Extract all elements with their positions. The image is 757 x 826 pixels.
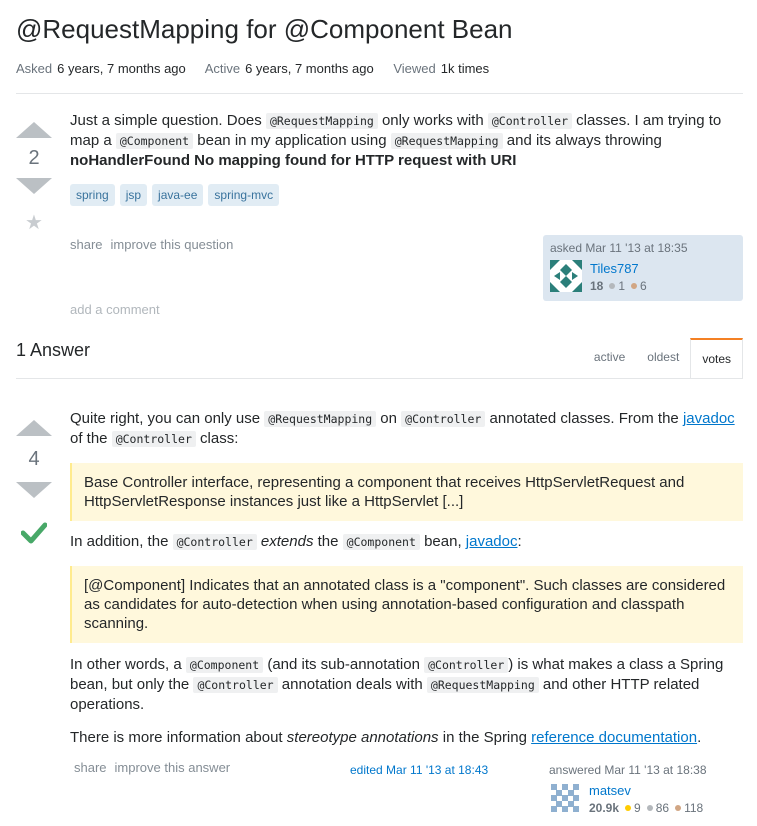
viewed-label: Viewed <box>393 61 436 76</box>
active-label: Active <box>204 61 241 76</box>
tag-java-ee[interactable]: java-ee <box>152 184 204 206</box>
answerer-username[interactable]: matsev <box>589 783 631 798</box>
tag-spring[interactable]: spring <box>70 184 115 206</box>
improve-question-link[interactable]: improve this question <box>111 237 234 252</box>
question-vote-panel: 2 ★ <box>16 122 52 235</box>
question-title[interactable]: @RequestMapping for @Component Bean <box>16 14 513 45</box>
silver-badge-icon <box>646 805 653 812</box>
blockquote-controller: Base Controller interface, representing … <box>70 463 743 521</box>
asker-avatar[interactable] <box>550 260 582 292</box>
asker-rep-score: 18 <box>590 279 604 293</box>
upvote-arrow-icon[interactable] <box>16 122 52 138</box>
answer-paragraph-3: In other words, a @Component (and its su… <box>70 656 724 713</box>
question-body: Just a simple question. Does @RequestMap… <box>70 111 743 170</box>
improve-answer-link[interactable]: improve this answer <box>115 760 231 775</box>
share-link[interactable]: share <box>74 760 107 775</box>
active-value[interactable]: 6 years, 7 months ago <box>245 61 374 76</box>
answer-vote-panel: 4 <box>16 420 52 544</box>
tab-votes[interactable]: votes <box>690 338 743 379</box>
share-link[interactable]: share <box>70 237 103 252</box>
answers-count-header: 1 Answer <box>16 340 91 360</box>
tag-jsp[interactable]: jsp <box>119 184 148 206</box>
answer-paragraph-1: Quite right, you can only use @RequestMa… <box>70 410 735 447</box>
question-text: Just a simple question. Does @RequestMap… <box>70 112 722 169</box>
viewed-value: 1k times <box>440 61 490 76</box>
silver-badge-icon <box>609 283 616 290</box>
answer-actions: share improve this answer <box>74 760 238 775</box>
tag-spring-mvc[interactable]: spring-mvc <box>208 184 280 206</box>
answer-paragraph-4: There is more information about stereoty… <box>70 729 702 746</box>
favorite-star-icon[interactable]: ★ <box>16 210 52 235</box>
answerer-card: answered Mar 11 '13 at 18:38 matsev 20.9… <box>549 762 743 822</box>
asker-reputation: 18 1 6 <box>590 279 647 293</box>
answerer-avatar[interactable] <box>549 782 581 814</box>
question-meta: Asked 6 years, 7 months ago Active 6 years… <box>16 61 505 76</box>
answered-timestamp: answered Mar 11 '13 at 18:38 <box>549 763 707 777</box>
add-comment-link[interactable]: add a comment <box>70 302 160 317</box>
answerer-rep-score: 20.9k <box>589 801 620 815</box>
asked-label: Asked <box>16 61 53 76</box>
javadoc-link[interactable]: javadoc <box>683 410 735 427</box>
javadoc-link[interactable]: javadoc <box>466 533 518 550</box>
edited-timestamp-link[interactable]: edited Mar 11 '13 at 18:43 <box>350 763 488 777</box>
blockquote-component: [@Component] Indicates that an annotated… <box>70 566 743 643</box>
bronze-badge-icon <box>675 805 682 812</box>
downvote-arrow-icon[interactable] <box>16 482 52 498</box>
downvote-arrow-icon[interactable] <box>16 178 52 194</box>
asker-card: asked Mar 11 '13 at 18:35 Tiles787 18 1 6 <box>543 235 743 301</box>
tab-active[interactable]: active <box>583 338 636 379</box>
reference-documentation-link[interactable]: reference documentation <box>531 729 697 746</box>
tab-oldest[interactable]: oldest <box>636 338 690 379</box>
answer-sort-tabs: active oldest votes <box>583 338 743 379</box>
accepted-check-icon <box>21 522 47 544</box>
asked-value: 6 years, 7 months ago <box>57 61 186 76</box>
question-tags: spring jsp java-ee spring-mvc <box>70 184 284 206</box>
gold-badge-icon <box>625 805 632 812</box>
header-divider <box>16 93 743 94</box>
answerer-reputation: 20.9k 9 86 118 <box>589 801 704 815</box>
question-vote-count: 2 <box>28 147 40 169</box>
asked-timestamp: asked Mar 11 '13 at 18:35 <box>550 241 688 255</box>
answers-divider <box>16 378 743 379</box>
answer-paragraph-2: In addition, the @Controller extends the… <box>70 533 522 550</box>
asker-username[interactable]: Tiles787 <box>590 261 639 276</box>
answer-vote-count: 4 <box>28 448 40 470</box>
question-actions: share improve this question <box>70 237 241 252</box>
bronze-badge-icon <box>631 283 638 290</box>
upvote-arrow-icon[interactable] <box>16 420 52 436</box>
answer-body: Quite right, you can only use @RequestMa… <box>70 409 743 747</box>
